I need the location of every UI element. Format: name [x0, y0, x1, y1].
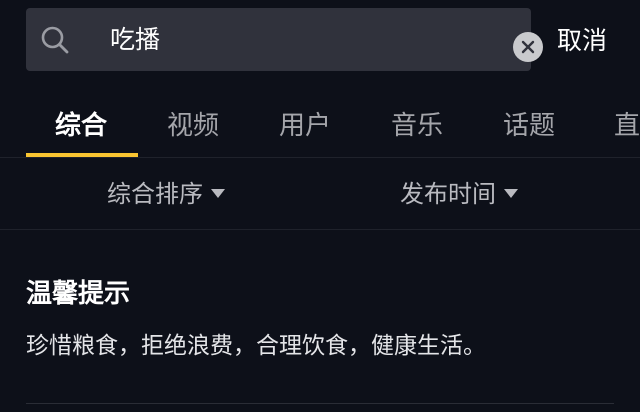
tab-users[interactable]: 用户	[279, 106, 331, 146]
tip-body: 珍惜粮食，拒绝浪费，合理饮食，健康生活。	[26, 333, 486, 359]
time-filter-dropdown[interactable]: 发布时间	[400, 176, 518, 212]
close-icon	[521, 40, 535, 54]
filter-bar: 综合排序 发布时间	[0, 158, 640, 230]
tab-comprehensive[interactable]: 综合	[55, 106, 107, 146]
search-input[interactable]	[110, 22, 490, 58]
divider	[26, 403, 614, 404]
result-tabs: 综合 视频 用户 音乐 话题 直	[0, 100, 640, 158]
time-filter-label: 发布时间	[400, 180, 496, 208]
search-icon	[41, 26, 69, 54]
clear-search-button[interactable]	[513, 32, 543, 62]
search-header: 取消	[0, 0, 640, 84]
search-results-page: 取消 综合 视频 用户 音乐 话题 直 综合排序 发布时间 温馨提示 珍惜粮食，…	[0, 0, 640, 412]
tip-title: 温馨提示	[26, 279, 131, 309]
sort-filter-label: 综合排序	[107, 180, 203, 208]
sort-filter-dropdown[interactable]: 综合排序	[107, 176, 225, 212]
cancel-button[interactable]: 取消	[557, 22, 607, 60]
tab-music[interactable]: 音乐	[391, 106, 443, 146]
caret-down-icon	[211, 188, 225, 198]
search-box[interactable]	[26, 8, 543, 71]
divider	[0, 229, 640, 230]
tab-live[interactable]: 直	[614, 106, 640, 146]
tab-videos[interactable]: 视频	[167, 106, 219, 146]
tab-topics[interactable]: 话题	[503, 106, 555, 146]
caret-down-icon	[504, 188, 518, 198]
